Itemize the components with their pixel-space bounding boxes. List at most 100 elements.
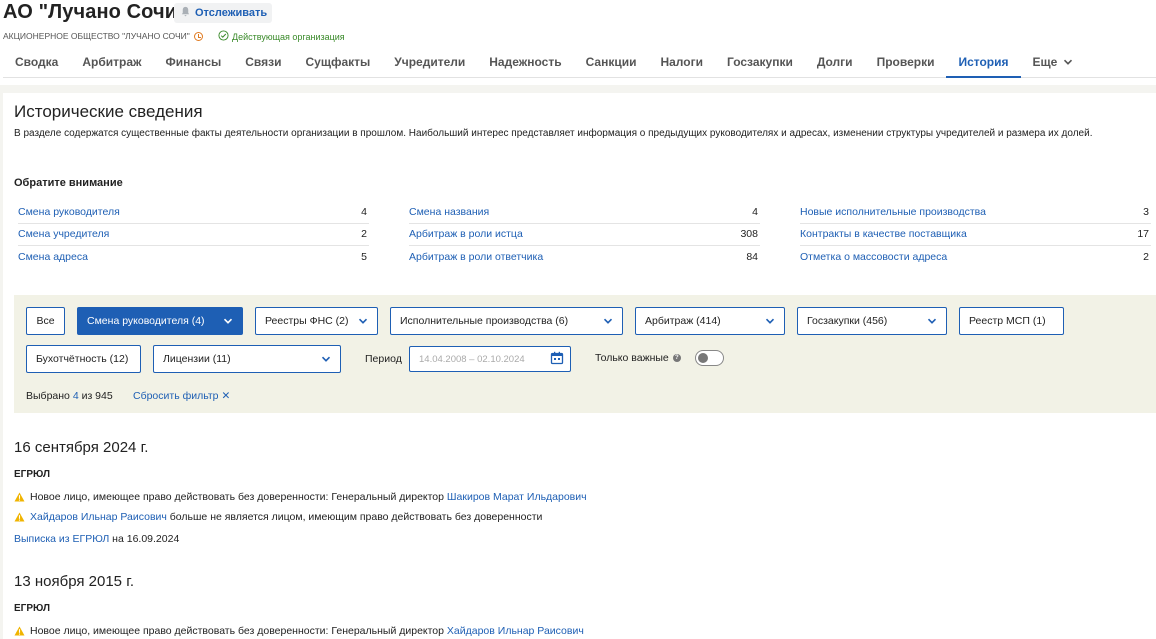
filter-panel: Все Смена руководителя (4) Реестры ФНС (… — [14, 295, 1156, 413]
warning-icon — [14, 492, 25, 502]
fact-link-mass-address[interactable]: Отметка о массовости адреса — [800, 251, 947, 263]
facts-column-1: Смена руководителя 4 Смена учредителя 2 См… — [18, 201, 369, 269]
fact-count: 4 — [361, 205, 367, 218]
fact-row: Смена адреса 5 — [18, 246, 369, 269]
fact-link-head-change[interactable]: Смена руководителя — [18, 206, 120, 218]
fact-count: 4 — [752, 205, 758, 218]
important-only-text: Только важные — [595, 352, 669, 364]
extract-row: Выписка из ЕГРЮЛ на 16.09.2024 — [14, 533, 179, 545]
question-icon[interactable]: ? — [672, 354, 681, 362]
tab-arbitrazh[interactable]: Арбитраж — [70, 46, 153, 78]
filter-arbitration-dropdown[interactable]: Арбитраж (414) — [635, 307, 785, 335]
chevron-down-icon — [927, 316, 937, 326]
fact-link-address-change[interactable]: Смена адреса — [18, 251, 88, 263]
important-only-label: Только важные ? — [595, 352, 681, 364]
calendar-icon[interactable] — [550, 351, 564, 368]
main-area: Исторические сведения В разделе содержат… — [0, 85, 1156, 639]
event-text: Новое лицо, имеющее право действовать бе… — [30, 491, 587, 503]
fact-count: 2 — [1143, 251, 1149, 264]
history-panel: Исторические сведения В разделе содержат… — [3, 93, 1156, 639]
fact-row: Арбитраж в роли истца 308 — [409, 224, 760, 246]
filter-head-change-dropdown[interactable]: Смена руководителя (4) — [77, 307, 243, 335]
event-date-heading: 13 ноября 2015 г. — [14, 573, 134, 590]
filter-enforcement-dropdown[interactable]: Исполнительные производства (6) — [390, 307, 623, 335]
event-item: Новое лицо, имеющее право действовать бе… — [14, 625, 584, 637]
clock-icon[interactable] — [193, 31, 203, 41]
person-link[interactable]: Хайдаров Ильнар Раисович — [447, 625, 584, 637]
chevron-down-icon — [603, 316, 613, 326]
fact-link-supplier-contracts[interactable]: Контракты в качестве поставщика — [800, 228, 967, 240]
tab-eshche-label: Еще — [1032, 55, 1058, 69]
tab-nalogi[interactable]: Налоги — [648, 46, 715, 78]
status-badge: Действующая организация — [218, 30, 345, 43]
tab-istoriya[interactable]: История — [946, 46, 1021, 78]
filter-fns-dropdown[interactable]: Реестры ФНС (2) — [255, 307, 378, 335]
fact-count: 84 — [746, 251, 758, 264]
filter-accounting-label: Бухотчётность (12) — [36, 353, 129, 365]
person-link[interactable]: Шакиров Марат Ильдарович — [447, 491, 587, 503]
event-source: ЕГРЮЛ — [14, 469, 50, 480]
tab-dolgi[interactable]: Долги — [805, 46, 865, 78]
fact-count: 308 — [740, 228, 758, 241]
tab-proverki[interactable]: Проверки — [865, 46, 947, 78]
event-source: ЕГРЮЛ — [14, 603, 50, 614]
person-link[interactable]: Хайдаров Ильнар Раисович — [30, 511, 167, 523]
company-header: АО "Лучано Сочи" Отслеживать АКЦИОНЕРНОЕ… — [0, 0, 1156, 85]
filter-accounting-button[interactable]: Бухотчётность (12) — [26, 345, 141, 373]
selected-count: 4 — [72, 390, 79, 402]
toggle-knob — [698, 353, 708, 363]
tab-uchrediteli[interactable]: Учредители — [382, 46, 477, 78]
tab-sushfakty[interactable]: Сущфакты — [294, 46, 383, 78]
bell-icon — [180, 6, 191, 20]
filter-fns-label: Реестры ФНС (2) — [265, 315, 349, 327]
status-text: Действующая организация — [232, 31, 345, 42]
event-item: Хайдаров Ильнар Раисович больше не являе… — [14, 511, 542, 523]
extract-date: на 16.09.2024 — [112, 533, 180, 545]
tab-nadezhnost[interactable]: Надежность — [477, 46, 573, 78]
fact-row: Смена названия 4 — [409, 201, 760, 224]
chevron-down-icon — [765, 316, 775, 326]
fact-link-enforcement[interactable]: Новые исполнительные производства — [800, 206, 986, 218]
event-text: Хайдаров Ильнар Раисович больше не являе… — [30, 511, 543, 523]
tab-finansy[interactable]: Финансы — [154, 46, 234, 78]
reset-filter-link[interactable]: Сбросить фильтр ✕ — [133, 390, 230, 402]
fact-link-arbitration-defendant[interactable]: Арбитраж в роли ответчика — [409, 251, 543, 263]
fact-row: Новые исполнительные производства 3 — [800, 201, 1151, 224]
tab-eshche[interactable]: Еще — [1021, 46, 1086, 78]
chevron-down-icon — [1063, 56, 1073, 70]
period-value: 14.04.2008 – 02.10.2024 — [419, 353, 525, 365]
tab-sanktsii[interactable]: Санкции — [574, 46, 649, 78]
company-title: АО "Лучано Сочи" — [3, 1, 187, 23]
fact-count: 5 — [361, 251, 367, 264]
track-button[interactable]: Отслеживать — [174, 3, 273, 23]
filter-all-button[interactable]: Все — [26, 307, 65, 335]
filter-licenses-label: Лицензии (11) — [163, 353, 231, 365]
filter-procurement-label: Госзакупки (456) — [807, 315, 888, 327]
important-only-toggle[interactable] — [695, 350, 724, 366]
fact-count: 3 — [1143, 205, 1149, 218]
filter-enforcement-label: Исполнительные производства (6) — [400, 315, 569, 327]
tab-svyazi[interactable]: Связи — [233, 46, 293, 78]
chevron-down-icon — [358, 316, 368, 326]
fact-count: 17 — [1137, 228, 1149, 241]
tab-goszakupki[interactable]: Госзакупки — [715, 46, 805, 78]
filter-arbitration-label: Арбитраж (414) — [645, 315, 721, 327]
fact-link-name-change[interactable]: Смена названия — [409, 206, 489, 218]
section-title: Исторические сведения — [14, 102, 203, 121]
fact-link-arbitration-plaintiff[interactable]: Арбитраж в роли истца — [409, 228, 523, 240]
fact-link-founder-change[interactable]: Смена учредителя — [18, 228, 109, 240]
reset-filter-label: Сбросить фильтр — [133, 390, 219, 402]
close-icon: ✕ — [221, 390, 231, 402]
chevron-down-icon — [321, 354, 331, 364]
facts-column-3: Новые исполнительные производства 3 Контр… — [800, 201, 1151, 269]
filter-licenses-dropdown[interactable]: Лицензии (11) — [153, 345, 341, 373]
filter-msp-button[interactable]: Реестр МСП (1) — [959, 307, 1064, 335]
event-item: Новое лицо, имеющее право действовать бе… — [14, 491, 587, 503]
period-date-range-input[interactable]: 14.04.2008 – 02.10.2024 — [409, 346, 571, 372]
tab-svodka[interactable]: Сводка — [3, 46, 70, 78]
warning-icon — [14, 512, 25, 522]
event-text: Новое лицо, имеющее право действовать бе… — [30, 625, 584, 637]
filter-procurement-dropdown[interactable]: Госзакупки (456) — [797, 307, 947, 335]
extract-link[interactable]: Выписка из ЕГРЮЛ — [14, 533, 109, 545]
event-date-heading: 16 сентября 2024 г. — [14, 439, 149, 456]
